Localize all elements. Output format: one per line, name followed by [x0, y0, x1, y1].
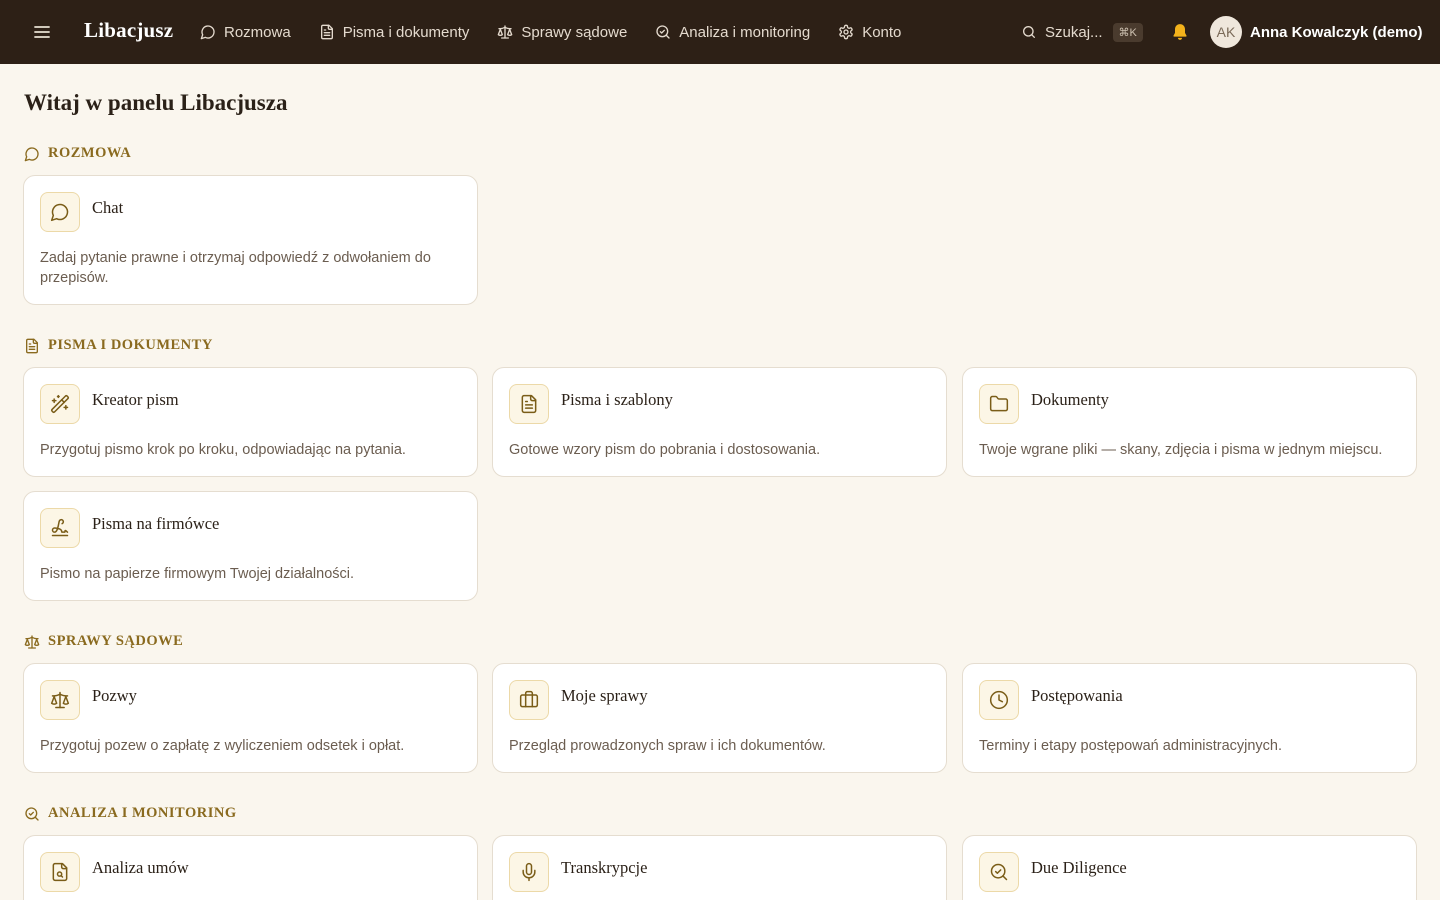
gear-icon [839, 24, 853, 40]
card-icon-tile [40, 852, 80, 892]
nav-item-label: Konto [862, 23, 902, 41]
scales-icon [50, 691, 70, 709]
nav-item-label: Sprawy sądowe [521, 23, 628, 41]
section-title: Pisma i dokumenty [48, 337, 213, 353]
card-description: Przegląd prowadzonych spraw i ich dokume… [509, 738, 826, 754]
card-title: Analiza umów [92, 858, 189, 877]
main-nav: Rozmowa Pisma i dokumenty Sprawy sądowe … [200, 0, 929, 64]
hamburger-menu-icon[interactable] [32, 22, 52, 42]
card-title: Postępowania [1031, 686, 1123, 705]
scales-icon [498, 25, 513, 39]
chat-icon [200, 25, 215, 40]
signature-icon [51, 518, 69, 537]
clock-icon [989, 690, 1009, 710]
card-chat[interactable]: Chat Zadaj pytanie prawne i otrzymaj odp… [23, 175, 478, 305]
nav-item-rozmowa[interactable]: Rozmowa [200, 24, 291, 41]
card-moje-sprawy[interactable]: Moje sprawy Przegląd prowadzonych spraw … [492, 663, 947, 773]
card-description: Pismo na papierze firmowym Twojej działa… [40, 566, 355, 582]
card-title: Kreator pism [92, 390, 179, 409]
card-description: Terminy i etapy postępowań administracyj… [979, 738, 1283, 754]
card-kreator-pism[interactable]: Kreator pism Przygotuj pismo krok po kro… [23, 367, 478, 477]
card-title: Chat [92, 198, 124, 217]
chat-icon [50, 203, 69, 222]
section-heading-sprawy: Sprawy sądowe [24, 633, 183, 650]
nav-item-label: Pisma i dokumenty [342, 23, 470, 41]
card-title: Pisma i szablony [561, 390, 673, 409]
card-pisma-na-firmowce[interactable]: Pisma na firmówce Pismo na papierze firm… [23, 491, 478, 601]
card-description: Twoje wgrane pliki — skany, zdjęcia i pi… [979, 442, 1383, 458]
briefcase-icon [519, 690, 539, 708]
card-transkrypcje[interactable]: Transkrypcje [492, 835, 947, 900]
card-pozwy[interactable]: Pozwy Przygotuj pozew o zapłatę z wylicz… [23, 663, 478, 773]
section-heading-analiza: Analiza i monitoring [24, 805, 237, 822]
card-description: Zadaj pytanie prawne i otrzymaj odpowied… [40, 250, 431, 286]
card-title: Pisma na firmówce [92, 514, 220, 533]
search-scan-icon [656, 25, 670, 39]
search-scan-icon [990, 863, 1008, 881]
card-icon-tile [40, 680, 80, 720]
nav-item-konto[interactable]: Konto [838, 24, 901, 41]
nav-item-sprawy[interactable]: Sprawy sądowe [497, 24, 627, 41]
card-icon-tile [979, 852, 1019, 892]
card-icon-tile [509, 852, 549, 892]
card-description: Gotowe wzory pism do pobrania i dostosow… [509, 442, 821, 458]
section-title: Rozmowa [48, 145, 132, 161]
scales-icon [24, 634, 40, 649]
document-icon [320, 24, 333, 40]
card-icon-tile [979, 384, 1019, 424]
search-icon [1022, 26, 1035, 38]
page-title: Witaj w panelu Libacjusza [24, 90, 288, 115]
section-heading-rozmowa: Rozmowa [24, 145, 131, 162]
card-title: Dokumenty [1031, 390, 1109, 409]
nav-item-analiza[interactable]: Analiza i monitoring [655, 24, 810, 41]
card-icon-tile [509, 384, 549, 424]
search-label: Szukaj... [1045, 23, 1103, 41]
document-icon [26, 338, 38, 353]
search-button[interactable]: Szukaj... ⌘K [1021, 20, 1143, 44]
card-description: Przygotuj pozew o zapłatę z wyliczeniem … [40, 738, 405, 754]
card-dokumenty[interactable]: Dokumenty Twoje wgrane pliki — skany, zd… [962, 367, 1417, 477]
top-navigation-bar: Libacjusz Rozmowa Pisma i dokumenty Spra… [0, 0, 1440, 64]
user-name: Anna Kowalczyk (demo) [1250, 23, 1423, 41]
card-icon-tile [40, 384, 80, 424]
card-icon-tile [979, 680, 1019, 720]
section-title: Sprawy sądowe [48, 633, 184, 649]
nav-item-label: Analiza i monitoring [679, 23, 811, 41]
microphone-icon [522, 862, 536, 882]
nav-item-label: Rozmowa [224, 23, 291, 41]
card-title: Due Diligence [1031, 858, 1127, 877]
card-icon-tile [509, 680, 549, 720]
brand-logo[interactable]: Libacjusz [84, 18, 173, 43]
card-title: Pozwy [92, 686, 137, 705]
user-menu[interactable]: AK Anna Kowalczyk (demo) [1210, 16, 1423, 48]
card-icon-tile [40, 192, 80, 232]
card-postepowania[interactable]: Postępowania Terminy i etapy postępowań … [962, 663, 1417, 773]
magic-wand-icon [50, 394, 70, 414]
avatar: AK [1210, 16, 1242, 48]
card-icon-tile [40, 508, 80, 548]
section-title: Analiza i monitoring [48, 805, 237, 821]
section-heading-pisma: Pisma i dokumenty [24, 337, 213, 354]
folder-icon [989, 395, 1009, 412]
card-title: Transkrypcje [561, 858, 648, 877]
card-title: Moje sprawy [561, 686, 648, 705]
card-pisma-i-szablony[interactable]: Pisma i szablony Gotowe wzory pism do po… [492, 367, 947, 477]
notification-bell-icon[interactable] [1170, 21, 1190, 43]
search-scan-icon [25, 806, 39, 821]
search-shortcut-badge: ⌘K [1112, 22, 1143, 42]
file-search-icon [52, 862, 68, 882]
chat-icon [24, 146, 39, 161]
document-icon [521, 394, 537, 414]
card-analiza-umow[interactable]: Analiza umów [23, 835, 478, 900]
card-description: Przygotuj pismo krok po kroku, odpowiada… [40, 442, 406, 458]
card-due-diligence[interactable]: Due Diligence [962, 835, 1417, 900]
nav-item-pisma[interactable]: Pisma i dokumenty [319, 23, 470, 41]
